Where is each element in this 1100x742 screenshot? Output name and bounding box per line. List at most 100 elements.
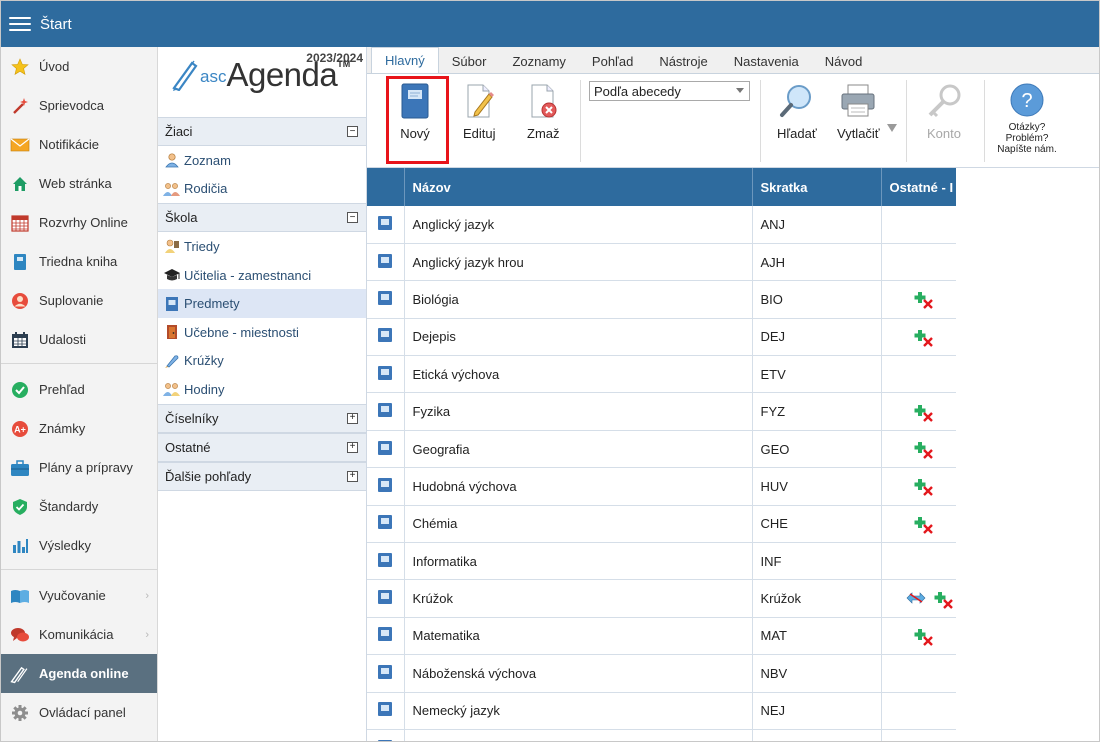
expand-icon[interactable]: +	[347, 470, 358, 482]
nav-item-9[interactable]: A+ Známky	[1, 409, 157, 448]
plus-cross-icon[interactable]	[914, 404, 933, 422]
sidebar-item-ucebne[interactable]: Učebne - miestnosti	[158, 318, 366, 347]
collapse-icon[interactable]: −	[347, 212, 358, 224]
nav-item-16[interactable]: Ovládací panel	[1, 693, 157, 732]
plus-cross-icon[interactable]	[914, 628, 933, 646]
header-abbr[interactable]: Skratka	[752, 168, 882, 206]
tab-1[interactable]: Súbor	[439, 49, 500, 73]
table-row[interactable]: Matematika MAT	[367, 617, 956, 656]
tab-5[interactable]: Nastavenia	[721, 49, 812, 73]
app-window: Štart Úvod Sprievodca Notifikácie Web strán…	[0, 0, 1100, 742]
plus-cross-icon[interactable]	[934, 591, 953, 609]
table-row[interactable]: Biológia BIO	[367, 280, 956, 319]
other-icons	[890, 404, 956, 422]
table-row[interactable]: Krúžok Krúžok	[367, 579, 956, 618]
nav-item-12[interactable]: Výsledky	[1, 526, 157, 565]
pen-logo-icon	[172, 60, 198, 91]
plus-cross-icon[interactable]	[914, 516, 933, 534]
header-name[interactable]: Názov	[404, 168, 753, 206]
tab-2[interactable]: Zoznamy	[499, 49, 578, 73]
nav-item-label: Agenda online	[39, 666, 129, 681]
expand-icon[interactable]: +	[347, 412, 358, 424]
table-row[interactable]: Etická výchova ETV	[367, 355, 956, 394]
plus-cross-icon[interactable]	[914, 478, 933, 497]
table-row[interactable]	[367, 729, 956, 741]
nav-item-11[interactable]: Štandardy	[1, 487, 157, 526]
help-button[interactable]: ? Otázky? Problém? Napíšte nám.	[992, 82, 1062, 155]
cell-other	[881, 318, 956, 357]
cell-other	[881, 355, 956, 394]
row-icon-cell	[367, 430, 405, 469]
edit-button[interactable]: Edituj	[463, 82, 496, 141]
nav-item-0[interactable]: Úvod	[1, 47, 157, 86]
table-row[interactable]: Náboženská výchova NBV	[367, 654, 956, 693]
section-ostatne[interactable]: Ostatné +	[158, 432, 366, 462]
table-row[interactable]: Geografia GEO	[367, 430, 956, 469]
table-row[interactable]: Dejepis DEJ	[367, 318, 956, 357]
nav-item-4[interactable]: Rozvrhy Online	[1, 203, 157, 242]
subject-book-icon	[378, 477, 393, 492]
main-nav: Úvod Sprievodca Notifikácie Web stránka Rozv…	[1, 47, 158, 741]
plus-cross-icon[interactable]	[914, 441, 933, 459]
arrows-icon[interactable]	[906, 591, 925, 607]
delete-button[interactable]: Zmaž	[527, 82, 560, 141]
section-dalsie-pohlady[interactable]: Ďalšie pohľady +	[158, 461, 366, 491]
table-row[interactable]: Anglický jazyk ANJ	[367, 206, 956, 244]
search-button[interactable]: Hľadať	[777, 82, 817, 141]
cell-name: Anglický jazyk hrou	[404, 243, 753, 282]
nav-item-label: Plány a prípravy	[39, 460, 133, 475]
agenda-sidebar: 2023/2024 asc Agenda TM Žiaci − Zoznam R…	[158, 47, 367, 741]
other-icons	[890, 478, 956, 497]
magnifier-icon	[779, 85, 811, 117]
ribbon-separator	[580, 80, 581, 162]
nav-item-14[interactable]: Komunikácia ›	[1, 615, 157, 654]
timetable-icon	[10, 213, 30, 233]
nav-item-1[interactable]: Sprievodca	[1, 86, 157, 125]
subject-book-icon	[163, 295, 181, 313]
table-row[interactable]: Nemecký jazyk NEJ	[367, 692, 956, 730]
sidebar-item-label: Učebne - miestnosti	[184, 324, 299, 340]
nav-item-5[interactable]: Triedna kniha	[1, 242, 157, 281]
cell-other	[881, 617, 956, 656]
tab-4[interactable]: Nástroje	[646, 49, 720, 73]
table-row[interactable]: Anglický jazyk hrou AJH	[367, 243, 956, 282]
sidebar-item-zoznam[interactable]: Zoznam	[158, 146, 366, 175]
nav-item-2[interactable]: Notifikácie	[1, 125, 157, 164]
table-row[interactable]: Chémia CHE	[367, 505, 956, 544]
nav-item-15[interactable]: Agenda online	[1, 654, 157, 693]
new-button[interactable]: Nový	[399, 82, 431, 141]
sidebar-item-predmety[interactable]: Predmety	[158, 289, 366, 318]
nav-item-10[interactable]: Plány a prípravy	[1, 448, 157, 487]
nav-item-8[interactable]: Prehľad	[1, 370, 157, 409]
sidebar-item-ucitelia[interactable]: Učitelia - zamestnanci	[158, 261, 366, 290]
sidebar-item-rodicia[interactable]: Rodičia	[158, 175, 366, 204]
nav-item-label: Rozvrhy Online	[39, 215, 128, 230]
expand-icon[interactable]: +	[347, 441, 358, 453]
nav-item-3[interactable]: Web stránka	[1, 164, 157, 203]
table-row[interactable]: Informatika INF	[367, 542, 956, 581]
section-ziaci[interactable]: Žiaci −	[158, 117, 366, 146]
table-row[interactable]: Hudobná výchova HUV	[367, 467, 956, 506]
plus-cross-icon[interactable]	[914, 291, 933, 310]
nav-item-7[interactable]: Udalosti	[1, 320, 157, 359]
account-button[interactable]: Konto	[925, 82, 963, 141]
tab-3[interactable]: Pohľad	[579, 49, 646, 73]
tab-6[interactable]: Návod	[812, 49, 876, 73]
collapse-icon[interactable]: −	[347, 126, 358, 137]
sidebar-item-hodiny[interactable]: Hodiny	[158, 375, 366, 404]
section-skola[interactable]: Škola −	[158, 203, 366, 233]
header-other[interactable]: Ostatné - I	[881, 168, 956, 206]
print-button[interactable]: Vytlačiť	[837, 82, 880, 141]
tab-0[interactable]: Hlavný	[371, 47, 439, 73]
row-icon-cell	[367, 467, 405, 506]
sidebar-item-triedy[interactable]: Triedy	[158, 232, 366, 261]
plus-cross-icon[interactable]	[914, 329, 933, 347]
sort-dropdown[interactable]: Podľa abecedy	[589, 81, 750, 101]
section-ciselniky[interactable]: Číselníky +	[158, 403, 366, 433]
print-dropdown-arrow-icon[interactable]	[887, 124, 897, 132]
nav-item-6[interactable]: Suplovanie	[1, 281, 157, 320]
nav-item-13[interactable]: Vyučovanie ›	[1, 576, 157, 615]
sidebar-item-kruzky[interactable]: Krúžky	[158, 347, 366, 376]
menu-icon[interactable]	[9, 17, 31, 31]
table-row[interactable]: Fyzika FYZ	[367, 392, 956, 431]
